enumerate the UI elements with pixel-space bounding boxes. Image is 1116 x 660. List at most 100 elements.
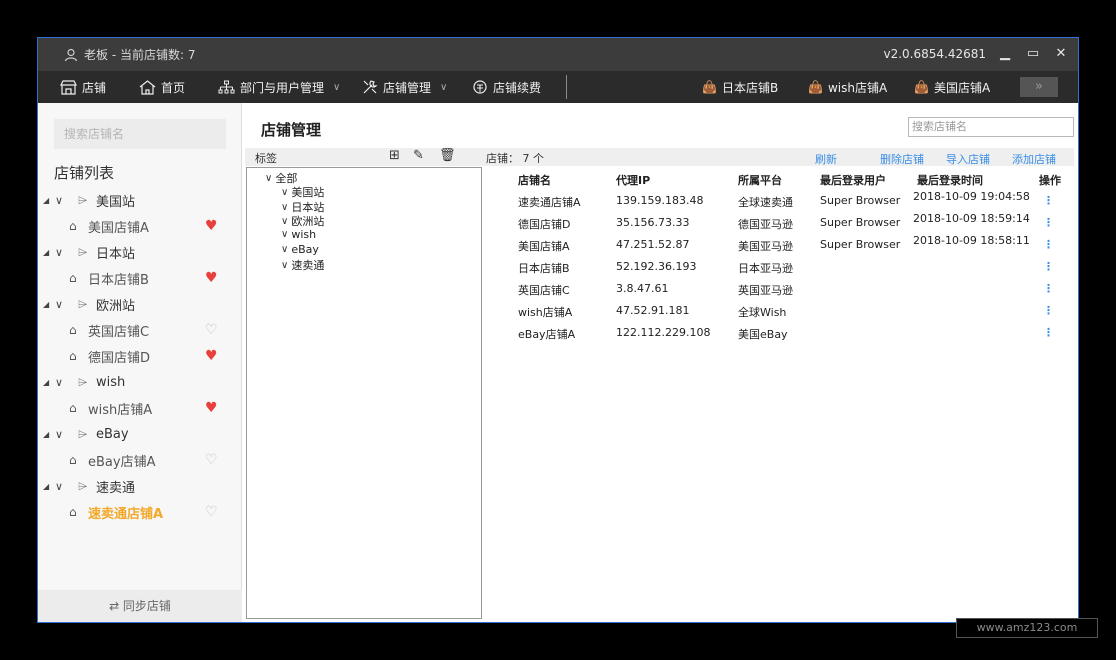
triangle-icon: ◢ <box>43 377 50 387</box>
table-cell: Super Browser <box>820 238 901 251</box>
sidebar-store-wish-a[interactable]: ⌂ wish店铺A ♥ <box>38 395 242 421</box>
sidebar-group-europe[interactable]: ◢ ∨ ⌲ 欧洲站 <box>38 291 242 317</box>
sidebar-store-uk-c[interactable]: ⌂ 英国店铺C ♡ <box>38 317 242 343</box>
user-status-text: 老板 - 当前店铺数: 7 <box>84 48 196 62</box>
heart-outline-icon[interactable]: ♡ <box>205 452 218 468</box>
tag-tree: ∨ 全部 ∨ 美国站 ∨ 日本站 ∨ 欧洲站 ∨ wish ∨ eBay ∨ 速卖通 <box>246 167 482 619</box>
sidebar-store-label: 英国店铺C <box>88 324 150 340</box>
chevron-down-icon: ∨ <box>281 259 289 271</box>
store-search-input[interactable]: 搜索店铺名 <box>908 117 1074 137</box>
table-cell: 122.112.229.108 <box>616 326 711 339</box>
triangle-icon: ◢ <box>43 481 50 491</box>
sidebar-group-label: 欧洲站 <box>96 298 136 314</box>
col-header-last-user[interactable]: 最后登录用户 <box>820 172 886 188</box>
sidebar-title: 店铺列表 <box>54 164 115 182</box>
table-cell: 47.52.91.181 <box>616 304 690 317</box>
table-cell: 德国亚马逊 <box>738 218 793 231</box>
sidebar-store-us-a[interactable]: ⌂ 美国店铺A ♥ <box>38 213 242 239</box>
heart-outline-icon[interactable]: ♡ <box>205 504 218 520</box>
edit-icon[interactable]: ✎ <box>413 148 424 163</box>
sidebar-search-input[interactable]: 搜索店铺名 <box>54 119 226 149</box>
heart-filled-icon[interactable]: ♥ <box>205 348 218 364</box>
heart-outline-icon[interactable]: ♡ <box>205 322 218 338</box>
shopping-bag-icon: ⌂ <box>69 271 77 285</box>
more-actions-icon[interactable]: ⋮ <box>1043 260 1054 273</box>
more-actions-icon[interactable]: ⋮ <box>1043 194 1054 207</box>
sidebar-group-aliexpress[interactable]: ◢ ∨ ⌲ 速卖通 <box>38 473 242 499</box>
col-header-name[interactable]: 店铺名 <box>518 172 551 188</box>
sidebar-store-japan-b[interactable]: ⌂ 日本店铺B ♥ <box>38 265 242 291</box>
delete-store-button[interactable]: 删除店铺 <box>880 151 924 167</box>
col-header-platform[interactable]: 所属平台 <box>738 172 782 188</box>
nav-org[interactable]: 部门与用户管理 ∨ <box>218 71 340 103</box>
sidebar-store-aliexpress-a[interactable]: ⌂ 速卖通店铺A ♡ <box>38 499 242 525</box>
table-cell: 美国eBay <box>738 328 788 341</box>
minimize-button[interactable]: ▁ <box>994 44 1016 64</box>
table-cell: 美国亚马逊 <box>738 240 793 253</box>
heart-filled-icon[interactable]: ♥ <box>205 218 218 234</box>
nav-renew[interactable]: 店铺续费 <box>472 71 541 103</box>
version-label: v2.0.6854.42681 <box>883 47 986 61</box>
sidebar-group-us[interactable]: ◢ ∨ ⌲ 美国站 <box>38 187 242 213</box>
tag-tree-label: wish <box>291 228 317 241</box>
tag-tree-item[interactable]: ∨ wish <box>281 228 316 241</box>
shop-tab-us-a[interactable]: 👜 美国店铺A <box>914 71 990 103</box>
table-cell: 美国店铺A <box>518 240 570 253</box>
nav-store-management[interactable]: 店铺管理 ∨ <box>362 71 447 103</box>
watermark: www.amz123.com <box>956 618 1098 638</box>
store-icon <box>60 79 77 95</box>
tag-tree-item[interactable]: ∨ 欧洲站 <box>281 213 324 229</box>
sync-stores-button[interactable]: ⇄ 同步店铺 <box>38 590 242 622</box>
more-tabs-button[interactable]: » <box>1020 77 1058 97</box>
sidebar-group-label: eBay <box>96 426 129 442</box>
tag-icon: ⌲ <box>78 426 88 441</box>
tag-icon: ⌲ <box>78 296 88 311</box>
more-actions-icon[interactable]: ⋮ <box>1043 238 1054 251</box>
sidebar-group-ebay[interactable]: ◢ ∨ ⌲ eBay <box>38 421 242 447</box>
col-header-last-time[interactable]: 最后登录时间 <box>917 172 983 188</box>
chevron-down-icon: ∨ <box>333 81 341 93</box>
nav-store[interactable]: 店铺 <box>60 71 106 103</box>
sidebar-group-japan[interactable]: ◢ ∨ ⌲ 日本站 <box>38 239 242 265</box>
title-bar: 老板 - 当前店铺数: 7 v2.0.6854.42681 ▁ ▭ ✕ <box>38 38 1078 71</box>
more-actions-icon[interactable]: ⋮ <box>1043 282 1054 295</box>
heart-filled-icon[interactable]: ♥ <box>205 400 218 416</box>
shopping-bag-icon: 👜 <box>914 80 929 94</box>
shop-tab-wish-a[interactable]: 👜 wish店铺A <box>808 71 887 103</box>
tag-tree-item[interactable]: ∨ 速卖通 <box>281 257 324 273</box>
more-actions-icon[interactable]: ⋮ <box>1043 216 1054 229</box>
add-store-button[interactable]: 添加店铺 <box>1012 151 1056 167</box>
tag-tree-label: 欧洲站 <box>291 215 325 228</box>
more-actions-icon[interactable]: ⋮ <box>1043 304 1054 317</box>
trash-icon[interactable]: 🗑 <box>439 148 456 163</box>
table-cell: 全球速卖通 <box>738 196 793 209</box>
import-store-button[interactable]: 导入店铺 <box>946 151 990 167</box>
chevron-down-icon: ∨ <box>55 375 64 389</box>
tag-tree-item[interactable]: ∨ eBay <box>281 243 319 256</box>
chevron-down-icon: ∨ <box>281 244 289 255</box>
more-actions-icon[interactable]: ⋮ <box>1043 326 1054 339</box>
heart-filled-icon[interactable]: ♥ <box>205 270 218 286</box>
sidebar-store-de-d[interactable]: ⌂ 德国店铺D ♥ <box>38 343 242 369</box>
col-header-ip[interactable]: 代理IP <box>616 172 650 188</box>
chevron-down-icon: ∨ <box>55 245 64 259</box>
table-cell: 德国店铺D <box>518 218 571 231</box>
tag-icon: ⌲ <box>78 374 88 389</box>
chevron-down-icon: ∨ <box>265 172 273 184</box>
sidebar-group-wish[interactable]: ◢ ∨ ⌲ wish <box>38 369 242 395</box>
nav-home[interactable]: 首页 <box>139 71 185 103</box>
shopping-bag-icon: ⌂ <box>69 505 77 519</box>
close-button[interactable]: ✕ <box>1050 44 1072 64</box>
tags-label: 标签 <box>255 152 277 165</box>
sidebar-store-label: eBay店铺A <box>88 454 156 470</box>
add-folder-icon[interactable]: ⊞ <box>389 148 400 163</box>
chevron-down-icon: ∨ <box>281 201 289 213</box>
shop-tab-label: 日本店铺B <box>721 80 779 95</box>
sidebar-store-ebay-a[interactable]: ⌂ eBay店铺A ♡ <box>38 447 242 473</box>
chevron-down-icon: ∨ <box>281 229 289 240</box>
tag-tree-item[interactable]: ∨ 美国站 <box>281 184 324 200</box>
shop-tab-japan-b[interactable]: 👜 日本店铺B <box>702 71 778 103</box>
maximize-button[interactable]: ▭ <box>1022 44 1044 64</box>
refresh-button[interactable]: 刷新 <box>815 151 837 167</box>
nav-store-label: 店铺 <box>82 80 107 95</box>
